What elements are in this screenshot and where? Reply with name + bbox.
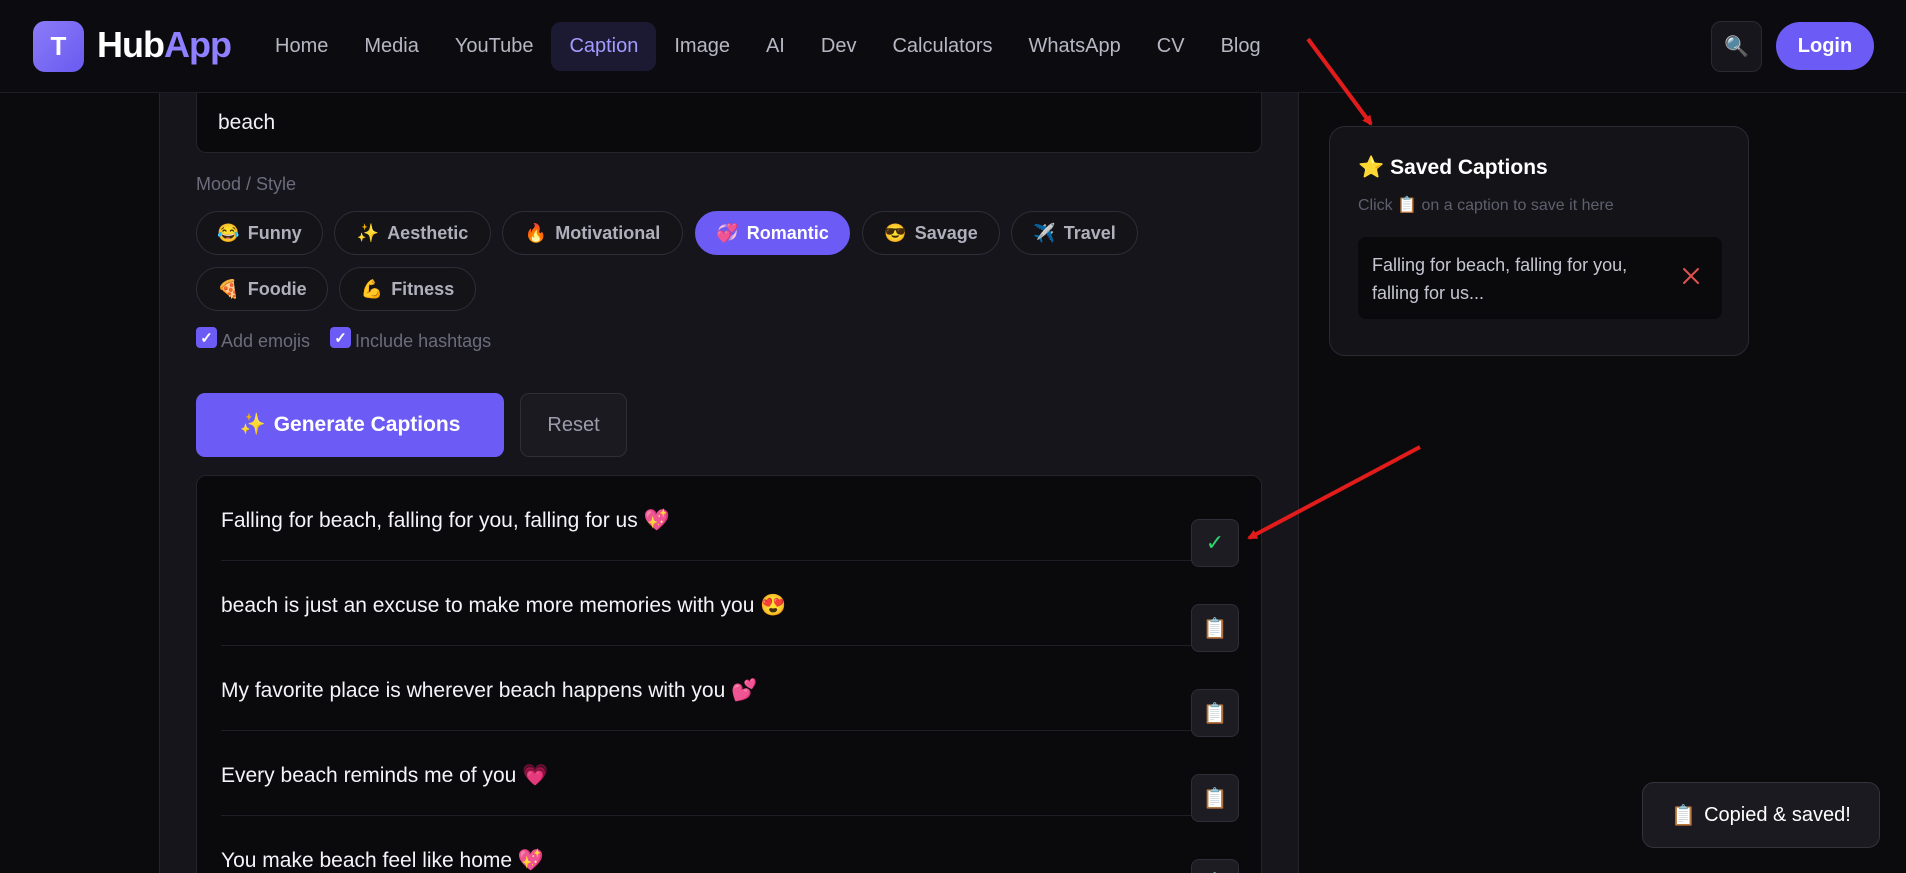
nav-whatsapp[interactable]: WhatsApp xyxy=(1011,22,1139,71)
checkmark-icon: ✓ xyxy=(1205,530,1225,555)
saved-captions-hint: Click 📋 on a caption to save it here xyxy=(1358,197,1614,214)
sunglasses-icon: 😎 xyxy=(884,222,907,243)
generate-captions-label: Generate Captions xyxy=(273,413,461,436)
caption-result-row: beach is just an excuse to make more mem… xyxy=(221,561,1239,652)
sparkles-icon: ✨ xyxy=(239,413,266,436)
caption-result-row: You make beach feel like home 💖 📋 xyxy=(221,816,1239,873)
main-nav: Home Media YouTube Caption Image AI Dev … xyxy=(257,22,1279,71)
brand-logo[interactable]: HubApp xyxy=(97,24,232,66)
clipboard-icon: 📋 xyxy=(1202,617,1228,640)
reset-button[interactable]: Reset xyxy=(520,393,627,457)
nav-calculators[interactable]: Calculators xyxy=(874,22,1010,71)
include-hashtags-option[interactable]: ✓ Include hashtags xyxy=(330,327,492,352)
nav-ai[interactable]: AI xyxy=(748,22,803,71)
toast-message: Copied & saved! xyxy=(1704,803,1851,826)
logo-badge[interactable]: T xyxy=(33,21,84,72)
caption-text: My favorite place is wherever beach happ… xyxy=(221,679,758,702)
clipboard-icon: 📋 xyxy=(1671,804,1697,827)
clipboard-icon: 📋 xyxy=(1202,787,1228,810)
sparkles-icon: ✨ xyxy=(356,222,380,243)
copied-check-button[interactable]: ✓ xyxy=(1191,519,1239,567)
nav-blog[interactable]: Blog xyxy=(1203,22,1279,71)
search-icon: 🔍 xyxy=(1724,36,1749,58)
nav-home[interactable]: Home xyxy=(257,22,346,71)
caption-result-row: My favorite place is wherever beach happ… xyxy=(221,646,1239,737)
mood-chip-aesthetic[interactable]: ✨ Aesthetic xyxy=(334,211,491,255)
nav-caption[interactable]: Caption xyxy=(551,22,657,71)
mood-chip-label: Travel xyxy=(1063,222,1116,243)
mood-chip-label: Fitness xyxy=(391,278,455,299)
mood-chip-label: Savage xyxy=(914,222,978,243)
mood-chip-fitness[interactable]: 💪 Fitness xyxy=(339,267,476,311)
add-emojis-label: Add emojis xyxy=(221,331,311,351)
copy-caption-button[interactable]: 📋 xyxy=(1191,859,1239,873)
hearts-icon: 💞 xyxy=(716,222,739,243)
fire-icon: 🔥 xyxy=(524,222,548,243)
caption-result-row: Every beach reminds me of you 💗 📋 xyxy=(221,731,1239,822)
include-hashtags-checkbox[interactable]: ✓ xyxy=(330,327,352,348)
mood-chip-funny[interactable]: 😂 Funny xyxy=(196,211,323,255)
add-emojis-option[interactable]: ✓ Add emojis xyxy=(196,327,311,352)
caption-result-row: Falling for beach, falling for you, fall… xyxy=(221,476,1239,567)
laughing-emoji-icon: 😂 xyxy=(217,222,240,243)
airplane-icon: ✈️ xyxy=(1033,222,1056,243)
mood-chip-label: Motivational xyxy=(555,222,661,243)
caption-text: beach is just an excuse to make more mem… xyxy=(221,594,787,617)
saved-captions-title: Saved Captions xyxy=(1390,156,1548,179)
nav-media[interactable]: Media xyxy=(346,22,436,71)
options-row: ✓ Add emojis ✓ Include hashtags xyxy=(196,327,492,352)
pizza-icon: 🍕 xyxy=(217,278,240,299)
nav-dev[interactable]: Dev xyxy=(803,22,875,71)
caption-generator-panel: beach Mood / Style 😂 Funny ✨ Aesthetic 🔥… xyxy=(159,93,1299,873)
mood-style-label: Mood / Style xyxy=(196,174,297,194)
mood-chip-label: Romantic xyxy=(746,222,829,243)
mood-chip-label: Aesthetic xyxy=(387,222,469,243)
nav-youtube[interactable]: YouTube xyxy=(437,22,552,71)
mood-chip-romantic[interactable]: 💞 Romantic xyxy=(695,211,850,255)
generate-captions-button[interactable]: ✨ Generate Captions xyxy=(196,393,504,457)
copied-toast: 📋 Copied & saved! xyxy=(1642,782,1880,848)
clipboard-icon: 📋 xyxy=(1202,702,1228,725)
login-button[interactable]: Login xyxy=(1776,22,1874,70)
caption-text: You make beach feel like home 💖 xyxy=(221,849,545,872)
nav-cv[interactable]: CV xyxy=(1139,22,1203,71)
mood-chip-label: Funny xyxy=(247,222,302,243)
nav-image[interactable]: Image xyxy=(656,22,748,71)
copy-caption-button[interactable]: 📋 xyxy=(1191,774,1239,822)
mood-chip-motivational[interactable]: 🔥 Motivational xyxy=(502,211,683,255)
saved-captions-heading: ⭐ Saved Captions xyxy=(1358,156,1548,180)
caption-results-list: Falling for beach, falling for you, fall… xyxy=(196,475,1262,873)
search-button[interactable]: 🔍 xyxy=(1711,21,1762,72)
mood-chip-label: Foodie xyxy=(247,278,307,299)
mood-chip-travel[interactable]: ✈️ Travel xyxy=(1011,211,1138,255)
add-emojis-checkbox[interactable]: ✓ xyxy=(196,327,217,348)
saved-caption-item: Falling for beach, falling for you, fall… xyxy=(1358,237,1722,319)
star-icon: ⭐ xyxy=(1358,156,1385,179)
brand-hub: Hub xyxy=(97,24,165,65)
mood-chip-savage[interactable]: 😎 Savage xyxy=(862,211,1000,255)
caption-text: Falling for beach, falling for you, fall… xyxy=(221,509,670,532)
flexed-bicep-icon: 💪 xyxy=(360,278,384,299)
copy-caption-button[interactable]: 📋 xyxy=(1191,689,1239,737)
topic-input[interactable]: beach xyxy=(196,93,1262,153)
close-icon[interactable] xyxy=(1682,267,1700,285)
mood-chip-foodie[interactable]: 🍕 Foodie xyxy=(196,267,328,311)
brand-app: App xyxy=(163,24,232,65)
saved-captions-panel: ⭐ Saved Captions Click 📋 on a caption to… xyxy=(1329,126,1749,356)
top-navbar: T HubApp Home Media YouTube Caption Imag… xyxy=(0,0,1906,93)
copy-caption-button[interactable]: 📋 xyxy=(1191,604,1239,652)
saved-caption-text: Falling for beach, falling for you, fall… xyxy=(1372,255,1628,303)
include-hashtags-label: Include hashtags xyxy=(355,331,492,351)
caption-text: Every beach reminds me of you 💗 xyxy=(221,764,549,787)
